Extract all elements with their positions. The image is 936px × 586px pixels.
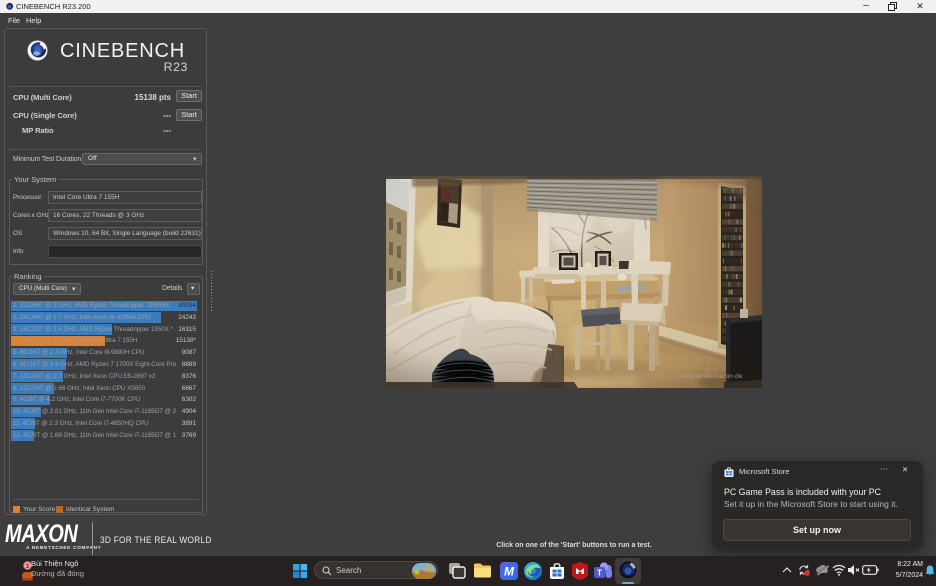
svg-text:www.renderbaron.de: www.renderbaron.de (678, 373, 743, 380)
svg-text:1: 1 (26, 563, 30, 570)
svg-text:T: T (597, 568, 603, 578)
svg-text:M: M (504, 565, 515, 579)
